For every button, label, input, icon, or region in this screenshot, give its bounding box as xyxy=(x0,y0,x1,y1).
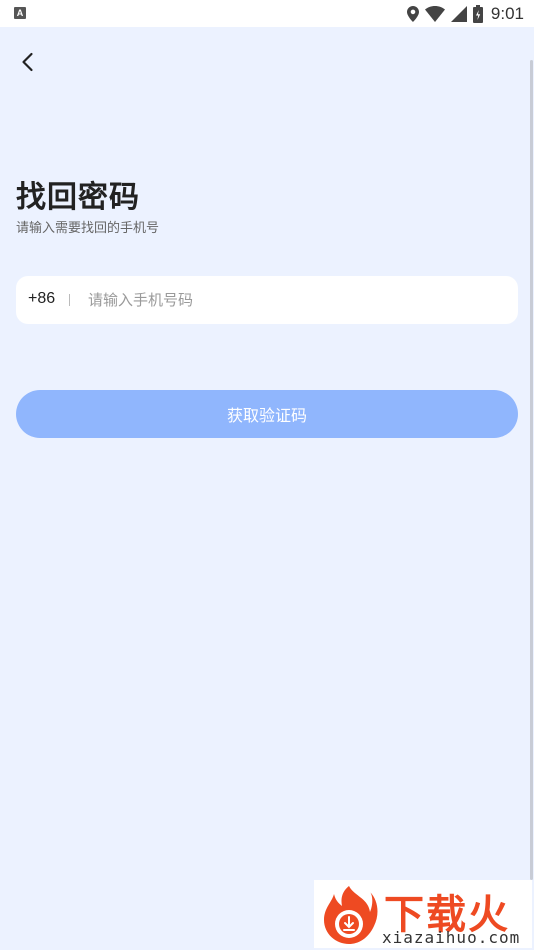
status-icons: 9:01 xyxy=(406,3,524,24)
back-button[interactable] xyxy=(14,48,42,76)
get-verification-code-button[interactable]: 获取验证码 xyxy=(16,390,518,438)
fire-logo-icon xyxy=(324,886,378,944)
phone-input[interactable] xyxy=(88,284,498,316)
signal-icon xyxy=(450,5,467,22)
page-subtitle: 请输入需要找回的手机号 xyxy=(16,221,160,236)
wifi-icon xyxy=(424,5,445,22)
watermark: 下载火 xiazaihuo.com xyxy=(314,880,532,948)
chevron-left-icon xyxy=(22,52,33,72)
battery-icon xyxy=(472,4,483,23)
scrollbar[interactable] xyxy=(530,60,533,880)
phone-input-container[interactable]: +86 xyxy=(16,276,518,324)
location-icon xyxy=(406,5,419,22)
country-code[interactable]: +86 xyxy=(28,290,55,308)
status-bar: A 9:01 xyxy=(0,0,534,27)
status-time: 9:01 xyxy=(490,3,524,23)
input-divider xyxy=(69,294,70,306)
page-title: 找回密码 xyxy=(16,180,140,215)
app-notification-icon: A xyxy=(14,7,26,19)
watermark-url: xiazaihuo.com xyxy=(382,928,521,947)
